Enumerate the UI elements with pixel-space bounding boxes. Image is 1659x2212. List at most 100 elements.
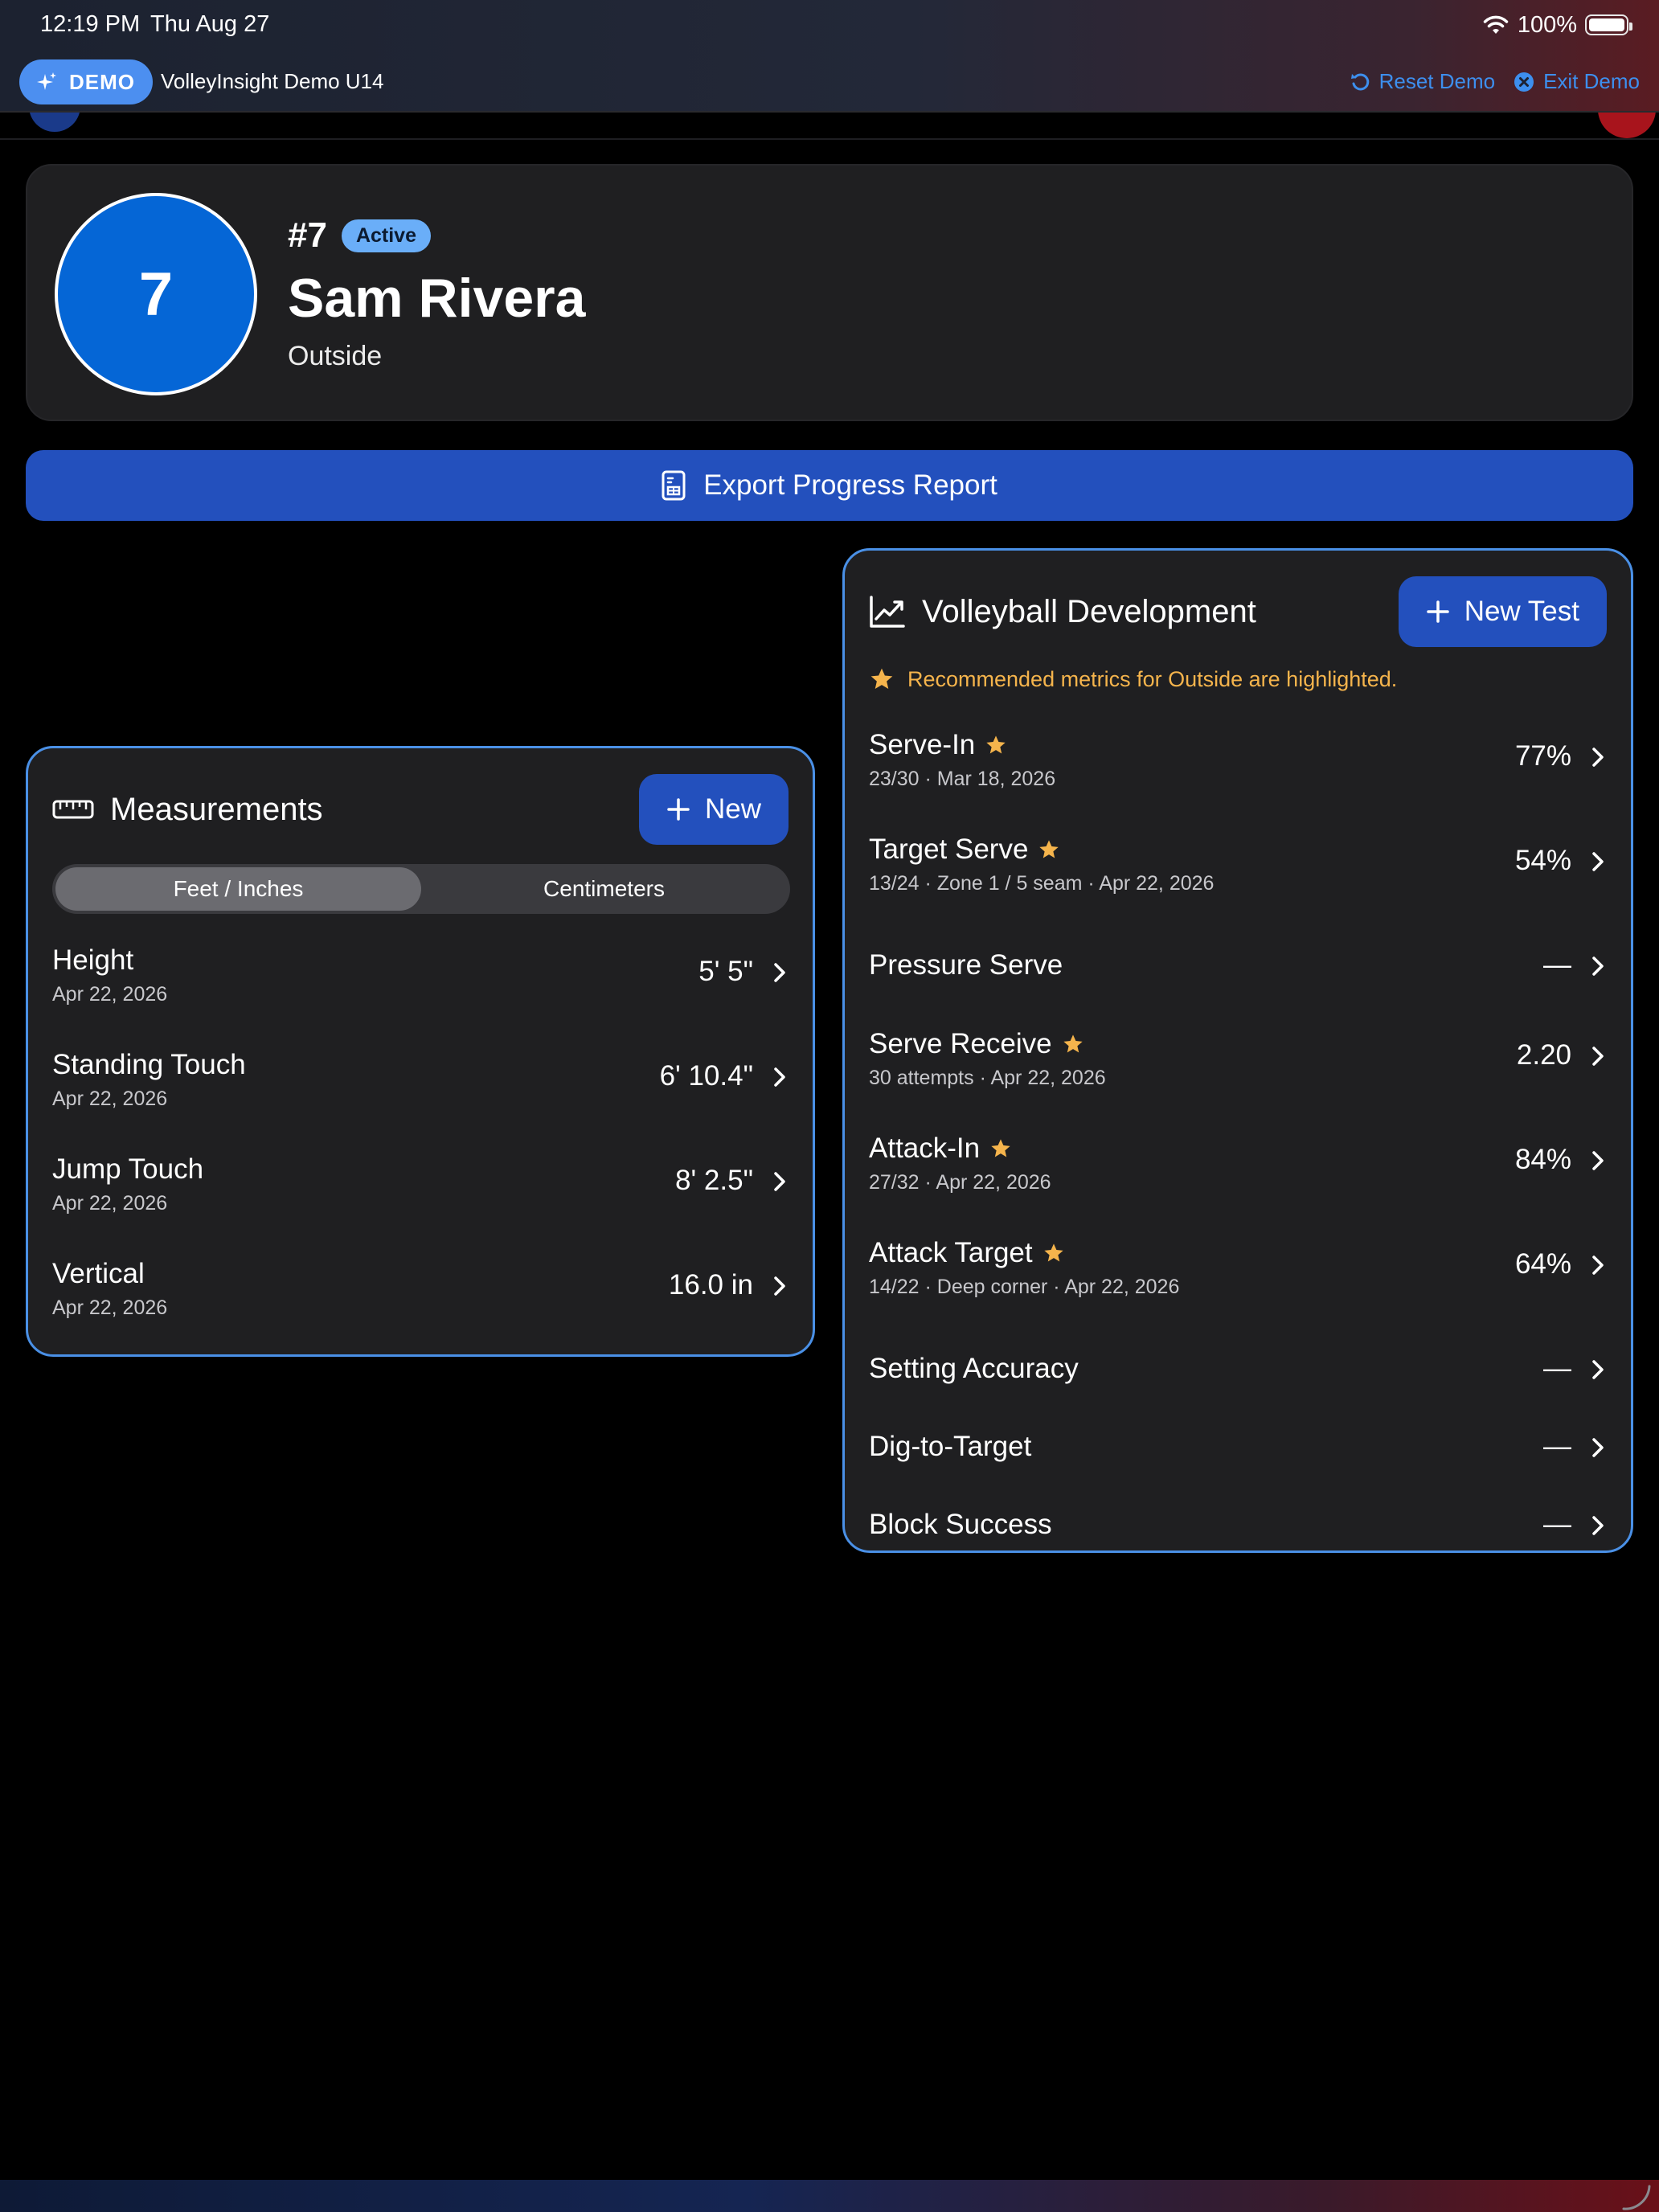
wifi-icon — [1483, 15, 1509, 34]
metric-name: Attack-In — [869, 1133, 1012, 1165]
exit-demo-button[interactable]: Exit Demo — [1513, 69, 1640, 94]
metric-detail: 27/32 · Apr 22, 2026 — [869, 1171, 1051, 1194]
measurement-row[interactable]: Vertical Apr 22, 2026 16.0 in — [52, 1258, 789, 1346]
development-title: Volleyball Development — [922, 593, 1256, 629]
star-icon — [1063, 1034, 1083, 1053]
development-metric-row[interactable]: Attack Target 14/22 · Deep corner · Apr 2… — [869, 1237, 1607, 1325]
chevron-right-icon — [1592, 1047, 1604, 1066]
metric-value: 77% — [1514, 740, 1571, 772]
partial-avatar-right — [1598, 113, 1656, 138]
measurement-date: Apr 22, 2026 — [52, 1296, 168, 1319]
development-metric-row[interactable]: Serve-In 23/30 · Mar 18, 2026 77% — [869, 729, 1607, 817]
measurement-value: 16.0 in — [668, 1269, 753, 1301]
measurement-row[interactable]: Jump Touch Apr 22, 2026 8' 2.5" — [52, 1153, 789, 1242]
metric-value: — — [1543, 1431, 1571, 1462]
development-metric-row[interactable]: Pressure Serve — — [869, 938, 1607, 1026]
development-metric-row[interactable]: Target Serve 13/24 · Zone 1 / 5 seam · Ap… — [869, 834, 1607, 922]
development-metric-row[interactable]: Block Success — — [869, 1497, 1607, 1586]
metric-detail: 23/30 · Mar 18, 2026 — [869, 768, 1056, 790]
measurement-date: Apr 22, 2026 — [52, 1192, 168, 1215]
player-number: #7 — [288, 215, 327, 255]
player-avatar: 7 — [55, 193, 257, 395]
measurement-name: Height — [52, 944, 134, 976]
chevron-right-icon — [1592, 852, 1604, 871]
demo-team-title: VolleyInsight Demo U14 — [161, 69, 384, 93]
development-metric-row[interactable]: Setting Accuracy — — [869, 1342, 1607, 1430]
status-badge: Active — [341, 219, 431, 252]
unit-toggle: Feet / Inches Centimeters — [52, 864, 790, 914]
development-metric-row[interactable]: Dig-to-Target — — [869, 1419, 1607, 1508]
new-test-button[interactable]: New Test — [1398, 576, 1607, 647]
measurement-value: 8' 2.5" — [675, 1165, 753, 1196]
exit-demo-label: Exit Demo — [1543, 69, 1640, 93]
chevron-right-icon — [1592, 956, 1604, 976]
metric-value: — — [1543, 1509, 1571, 1540]
star-icon — [1043, 1243, 1063, 1262]
measurement-row[interactable]: Height Apr 22, 2026 5' 5" — [52, 944, 789, 1033]
player-avatar-number: 7 — [138, 260, 174, 329]
chevron-right-icon — [1592, 1256, 1604, 1275]
measurement-row[interactable]: Standing Touch Apr 22, 2026 6' 10.4" — [52, 1049, 789, 1137]
metric-name: Setting Accuracy — [869, 1353, 1079, 1384]
measurements-title: Measurements — [110, 791, 323, 827]
demo-actions: Reset Demo Exit Demo — [1349, 69, 1640, 94]
new-test-label: New Test — [1464, 596, 1579, 627]
development-metric-row[interactable]: Attack-In 27/32 · Apr 22, 2026 84% — [869, 1133, 1607, 1221]
chevron-right-icon — [774, 1172, 785, 1191]
player-position: Outside — [288, 341, 383, 371]
chevron-right-icon — [1592, 1516, 1604, 1535]
chevron-right-icon — [1592, 1360, 1604, 1379]
bottom-bar — [0, 2180, 1659, 2212]
battery-icon — [1585, 14, 1632, 35]
report-icon — [662, 470, 686, 501]
demo-badge-label: DEMO — [69, 69, 135, 94]
unit-option-feet-inches[interactable]: Feet / Inches — [55, 867, 421, 911]
chevron-right-icon — [774, 1276, 785, 1296]
chevron-right-icon — [774, 1067, 785, 1087]
metric-detail: 14/22 · Deep corner · Apr 22, 2026 — [869, 1276, 1180, 1298]
metric-name: Block Success — [869, 1509, 1052, 1540]
demo-bar: DEMO VolleyInsight Demo U14 Reset Demo E… — [0, 56, 1659, 108]
partial-avatar-left — [29, 113, 80, 132]
new-measurement-button[interactable]: New — [638, 774, 789, 845]
plus-icon — [1426, 600, 1449, 623]
metric-value: 54% — [1514, 845, 1571, 876]
measurement-name: Standing Touch — [52, 1049, 246, 1080]
status-bar: 12:19 PM Thu Aug 27 100% — [0, 0, 1659, 51]
resize-handle-icon[interactable] — [1620, 2183, 1653, 2210]
chevron-right-icon — [1592, 1438, 1604, 1457]
star-icon — [870, 668, 893, 689]
measurement-name: Jump Touch — [52, 1153, 204, 1185]
export-progress-report-button[interactable]: Export Progress Report — [26, 450, 1633, 521]
metric-name: Pressure Serve — [869, 949, 1063, 981]
star-icon — [1039, 840, 1059, 858]
development-panel: Volleyball Development New Test Recommen… — [842, 548, 1633, 1553]
player-number-row: #7 Active — [288, 215, 431, 256]
battery-percent: 100% — [1517, 11, 1577, 38]
reset-demo-button[interactable]: Reset Demo — [1349, 69, 1496, 94]
export-progress-report-label: Export Progress Report — [703, 469, 997, 501]
status-time: 12:19 PM — [40, 11, 141, 37]
reset-icon — [1350, 72, 1369, 90]
star-icon — [991, 1139, 1010, 1157]
reset-demo-label: Reset Demo — [1378, 69, 1496, 93]
chevron-right-icon — [774, 963, 785, 982]
measurements-panel: Measurements New Feet / Inches Centimete… — [26, 746, 815, 1357]
development-metric-row[interactable]: Serve Receive 30 attempts · Apr 22, 2026 2… — [869, 1028, 1607, 1116]
metric-value: — — [1543, 949, 1571, 981]
chevron-right-icon — [1592, 1151, 1604, 1170]
metric-name: Serve-In — [869, 729, 1007, 761]
measurement-value: 6' 10.4" — [659, 1060, 753, 1092]
development-header: Volleyball Development New Test — [869, 576, 1607, 647]
metric-value: — — [1543, 1353, 1571, 1384]
demo-badge[interactable]: DEMO — [19, 59, 153, 104]
scrolled-header-remnant — [0, 113, 1659, 140]
recommended-note: Recommended metrics for Outside are high… — [869, 666, 1397, 692]
metric-name: Target Serve — [869, 834, 1060, 866]
ruler-icon — [52, 800, 94, 819]
top-bar: 12:19 PM Thu Aug 27 100% DEMO VolleyInsi… — [0, 0, 1659, 113]
measurements-header: Measurements New — [52, 774, 789, 845]
unit-option-centimeters[interactable]: Centimeters — [421, 867, 787, 911]
measurement-date: Apr 22, 2026 — [52, 1088, 168, 1110]
chevron-right-icon — [1592, 748, 1604, 767]
